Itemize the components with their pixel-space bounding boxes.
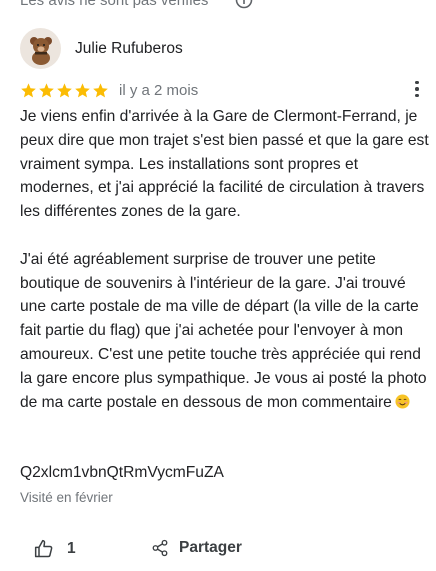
- more-options-dot: [415, 87, 419, 91]
- share-label: Partager: [179, 539, 242, 556]
- review-date: il y a 2 mois: [119, 81, 199, 99]
- review-paragraph-2: J'ai été agréablement surprise de trouve…: [20, 248, 430, 415]
- star-icon: [75, 82, 90, 97]
- teddy-bear-icon: [29, 36, 52, 65]
- share-icon: [152, 539, 168, 557]
- like-button[interactable]: 1: [34, 539, 76, 559]
- star-rating: [20, 82, 109, 99]
- info-icon[interactable]: [235, 0, 253, 9]
- author-name[interactable]: Julie Rufuberos: [75, 40, 183, 58]
- star-icon: [39, 82, 54, 97]
- review-paragraph-1: Je viens enfin d'arrivée à la Gare de Cl…: [20, 108, 429, 221]
- avatar[interactable]: [20, 28, 61, 69]
- rating-row: il y a 2 mois: [20, 79, 198, 101]
- star-icon: [57, 82, 72, 97]
- review-text: Je viens enfin d'arrivée à la Gare de Cl…: [20, 105, 430, 414]
- unverified-reviews-note: Les avis ne sont pas vérifiés: [20, 0, 208, 9]
- more-options-dot: [415, 93, 419, 98]
- share-button[interactable]: Partager: [151, 539, 242, 557]
- smiling-face-emoji-icon: [395, 394, 410, 409]
- encoded-text: Q2xlcm1vbnQtRmVycmFuZA: [20, 464, 224, 481]
- like-count: 1: [67, 540, 76, 557]
- star-icon: [21, 82, 36, 97]
- review-paragraph-2-text: J'ai été agréablement surprise de trouve…: [20, 250, 427, 411]
- star-icon: [93, 82, 108, 97]
- thumbs-up-icon: [34, 539, 53, 558]
- unverified-reviews-text: Les avis ne sont pas vérifiés: [20, 0, 209, 9]
- visit-date: Visité en février: [20, 490, 113, 505]
- review-author[interactable]: Julie Rufuberos: [20, 28, 183, 69]
- more-options-dot: [415, 80, 419, 85]
- more-options-button[interactable]: [412, 79, 422, 99]
